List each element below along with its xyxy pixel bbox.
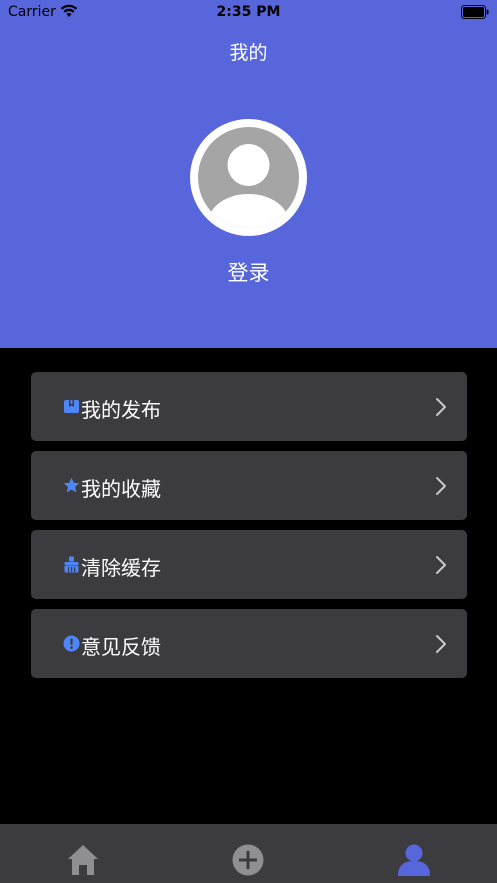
menu-item-feedback[interactable]: 意见反馈 (31, 609, 467, 678)
tab-home[interactable] (66, 842, 100, 876)
page-title: 我的 (229, 42, 268, 64)
chevron-right-icon (436, 635, 446, 653)
tab-profile[interactable] (397, 842, 431, 876)
feedback-icon (63, 635, 80, 652)
chevron-right-icon (436, 477, 446, 495)
status-time: 2:35 PM (216, 4, 281, 20)
menu-item-my-favorites[interactable]: 我的收藏 (31, 451, 467, 520)
menu-item-label: 我的发布 (81, 398, 161, 422)
menu-item-label: 我的收藏 (81, 477, 161, 501)
menu-item-my-posts[interactable]: 我的发布 (31, 372, 467, 441)
status-bar: Carrier 2:35 PM (0, 0, 497, 26)
profile-menu: 我的发布 我的收藏 清除缓存 意见反馈 (31, 372, 467, 688)
default-avatar-icon (208, 144, 289, 228)
publish-icon (64, 400, 79, 413)
tab-bar (0, 824, 497, 883)
add-circle-icon (232, 844, 264, 876)
avatar[interactable] (190, 119, 307, 236)
profile-header: Carrier 2:35 PM 我的 登录 (0, 0, 497, 348)
broom-icon (64, 556, 79, 573)
star-icon (63, 477, 80, 493)
battery-icon (461, 5, 489, 19)
tab-add[interactable] (231, 842, 265, 876)
chevron-right-icon (436, 398, 446, 416)
login-button[interactable]: 登录 (0, 257, 497, 287)
profile-icon (398, 844, 430, 876)
menu-item-label: 意见反馈 (81, 635, 161, 659)
menu-item-label: 清除缓存 (81, 556, 161, 580)
chevron-right-icon (436, 556, 446, 574)
menu-item-clear-cache[interactable]: 清除缓存 (31, 530, 467, 599)
home-icon (68, 845, 98, 875)
